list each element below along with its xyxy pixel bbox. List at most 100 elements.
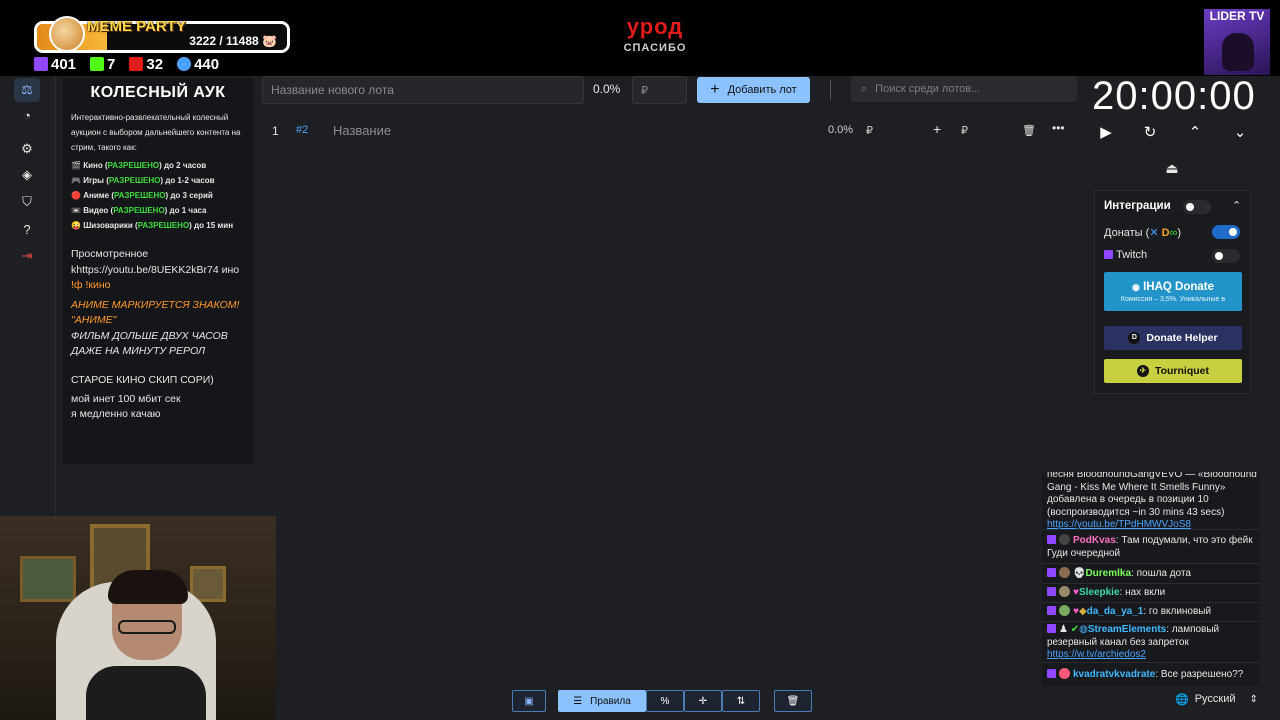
new-lot-input[interactable]: Название нового лота	[262, 76, 584, 104]
shield-icon[interactable]: ⛉	[14, 190, 40, 214]
align-icon[interactable]: ✛	[684, 690, 722, 712]
stat-twitch: 401	[34, 56, 76, 73]
chat-message: kvadratvkvadrate: Все разрешено??	[1047, 668, 1259, 682]
user-icon	[177, 57, 192, 71]
collapse-icon[interactable]: ⏏	[1162, 160, 1182, 180]
list-item: 🎬 Кино (РАЗРЕШЕНО) до 2 часов	[71, 161, 207, 170]
twitch-icon	[1047, 587, 1056, 596]
list-item: 🔴 Аниме (РАЗРЕШЕНО) до 3 серий	[71, 191, 213, 200]
lot-name-input[interactable]: Название	[333, 123, 391, 138]
toolbar-divider	[830, 80, 831, 100]
play-icon[interactable]: ▶	[1094, 120, 1118, 144]
stat-vk: 32	[129, 56, 163, 73]
sort-icon[interactable]: ⇅	[722, 690, 760, 712]
rules-panel: КОЛЕСНЫЙ АУК Интерактивно-развлекательны…	[63, 78, 253, 464]
painting	[20, 556, 76, 602]
chevron-down-icon[interactable]: ⌄	[1228, 120, 1252, 144]
more-icon[interactable]: •••	[1052, 121, 1065, 135]
lot-percent: 0.0%	[828, 124, 854, 136]
rules-description: Интерактивно-развлекательный колесный ау…	[71, 113, 241, 152]
language-select[interactable]: 🌐 Русский ⇕	[1167, 688, 1259, 710]
donatepay-icon: D	[1161, 227, 1170, 239]
glasses	[118, 620, 176, 634]
integrations-toggle[interactable]	[1183, 200, 1211, 214]
rules-anime-note: АНИМЕ МАРКИРУЕТСЯ ЗНАКОМ! "АНИМЕ"	[71, 298, 240, 327]
chat-message: ♥◆da_da_ya_1: го вклиновый	[1047, 605, 1259, 619]
trash-icon[interactable]: 🗑	[1022, 124, 1036, 137]
lot-number: 1	[272, 124, 279, 138]
chat-link[interactable]: https://w.tv/archiedos2	[1047, 649, 1146, 660]
donationalerts-icon: ✕	[1149, 227, 1159, 239]
new-lot-price-input[interactable]: ₽	[632, 76, 687, 104]
chevron-up-icon[interactable]: ⌃	[1232, 199, 1241, 212]
auction-icon[interactable]: ⚖	[14, 78, 40, 102]
auction-timer: 20:00:00	[1092, 74, 1256, 118]
donate-helper-icon: D	[1128, 332, 1141, 344]
stream-title: урод СПАСИБО	[560, 14, 750, 54]
chat-panel: песня BloodhoundGangVEVO — «Bloodhound G…	[1042, 472, 1260, 686]
donate-helper-button[interactable]: D Donate Helper	[1104, 326, 1242, 350]
channel-avatar-icon	[1222, 33, 1254, 71]
rules-button[interactable]: ☰ Правила	[558, 690, 646, 712]
list-item: 📼 Видео (РАЗРЕШЕНО) до 1 часа	[71, 206, 207, 215]
bot-icon: ◍	[1079, 624, 1088, 635]
stream-overlay-bar: MEME PARTY 3222 / 11488 🐷 401 7 32 440 у…	[0, 0, 1280, 76]
streamer-hair	[108, 570, 188, 604]
plus-icon[interactable]: +	[933, 121, 941, 137]
integrations-panel: Интеграции ⌃ Донаты (✕ D∞) Twitch ◉ IHAQ…	[1094, 190, 1251, 394]
twitch-icon	[1047, 535, 1056, 544]
rules-film-note: ФИЛЬМ ДОЛЬШЕ ДВУХ ЧАСОВ ДАЖЕ НА МИНУТУ Р…	[71, 329, 228, 358]
chat-message: песня BloodhoundGangVEVO — «Bloodhound G…	[1047, 472, 1257, 530]
ihaq-subtitle: Комиссия – 3,5%. Уникальные в	[1120, 295, 1226, 303]
layers-icon[interactable]: ◈	[14, 163, 40, 187]
help-icon[interactable]: ?	[14, 217, 40, 241]
avatar	[1059, 567, 1070, 578]
logout-icon[interactable]: ⇥	[14, 244, 40, 268]
tourniquet-button[interactable]: ✈ Tourniquet	[1104, 359, 1242, 383]
rules-allowed-list: 🎬 Кино (РАЗРЕШЕНО) до 2 часов 🎮 Игры (РА…	[71, 158, 245, 233]
plus-icon: +	[710, 81, 720, 98]
stream-stats: 401 7 32 440	[34, 56, 219, 73]
ihaq-donate-button[interactable]: ◉ IHAQ Donate Комиссия – 3,5%. Уникальны…	[1104, 272, 1242, 311]
integrations-title: Интеграции	[1104, 200, 1171, 212]
lot-row: 1 #2 Название 0.0% ₽ + ₽ 🗑 •••	[262, 118, 1074, 144]
lot-search-input[interactable]: ⌕ Поиск среди лотов...	[851, 76, 1077, 102]
clear-icon[interactable]: 🗑	[774, 690, 812, 712]
chat-message: 💀Duremlka: пошла дота	[1047, 567, 1259, 581]
lot-id: #2	[296, 124, 309, 136]
ihaq-title: ◉ IHAQ Donate	[1132, 280, 1214, 293]
stat-viewers: 440	[177, 56, 219, 73]
webcam-feed	[0, 516, 276, 720]
avatar	[1059, 668, 1070, 679]
gear-icon[interactable]: ⚙	[14, 137, 40, 161]
verified-icon: ✔	[1070, 624, 1080, 635]
ukraine-icon: ◉	[1132, 281, 1140, 292]
twitch-toggle[interactable]	[1212, 249, 1240, 263]
lot-add-amount-input[interactable]: ₽	[961, 124, 968, 137]
percent-icon[interactable]: %	[646, 690, 684, 712]
streamer-body	[86, 666, 206, 720]
search-icon: ⌕	[861, 82, 868, 95]
meme-party-title: MEME PARTY	[87, 18, 186, 35]
kick-icon	[90, 57, 105, 71]
avatar	[1059, 534, 1070, 545]
add-lot-button[interactable]: + Добавить лот	[697, 77, 810, 103]
wheel-icon[interactable]: ◔	[14, 103, 40, 127]
doge-icon	[49, 16, 85, 52]
rules-old-note: СТАРОЕ КИНО СКИП СОРИ)	[71, 373, 214, 386]
meme-party-progress: MEME PARTY 3222 / 11488 🐷	[34, 16, 290, 53]
avatar	[1059, 586, 1070, 597]
lot-amount: ₽	[866, 125, 873, 137]
rules-title: КОЛЕСНЫЙ АУК	[90, 84, 226, 101]
twitch-icon	[1104, 250, 1113, 259]
chat-message: ♟ ✔◍StreamElements: ламповый резервный к…	[1047, 624, 1220, 660]
donates-toggle[interactable]	[1212, 225, 1240, 239]
twitch-icon	[1047, 624, 1056, 633]
chat-message: PodKvas: Там подумали, что это фейк Гуди…	[1047, 534, 1253, 559]
pig-icon: 🐷	[262, 34, 277, 48]
channel-logo: LIDER TV	[1204, 9, 1270, 75]
chevron-up-icon[interactable]: ⌃	[1183, 120, 1207, 144]
reset-icon[interactable]: ↻	[1138, 120, 1162, 144]
save-icon[interactable]: ▣	[512, 690, 546, 712]
list-item: 🎮 Игры (РАЗРЕШЕНО) до 1-2 часов	[71, 176, 215, 185]
